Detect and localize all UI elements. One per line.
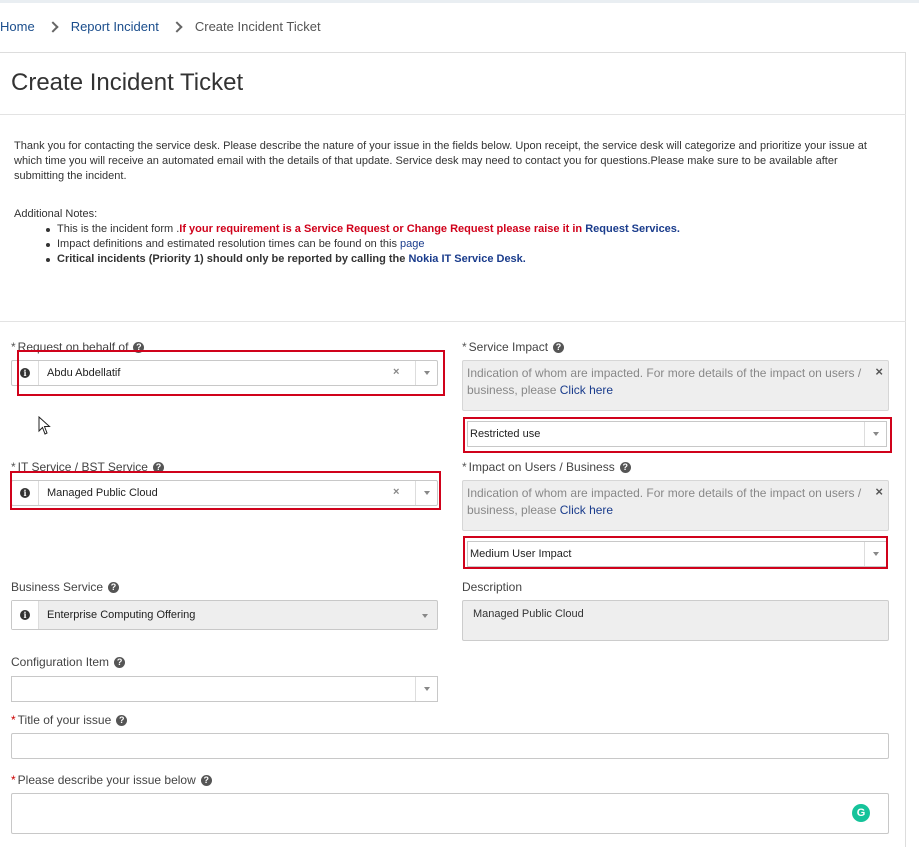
notes-list: This is the incident form .If your requi… bbox=[41, 222, 680, 267]
help-icon[interactable]: ? bbox=[108, 581, 120, 593]
chevron-right-icon bbox=[171, 20, 183, 33]
info-text: Indication of whom are impacted. For mor… bbox=[467, 486, 862, 517]
impact-users-info: Indication of whom are impacted. For mor… bbox=[462, 480, 889, 531]
close-icon[interactable]: × bbox=[875, 483, 883, 500]
grammarly-icon[interactable]: G bbox=[852, 804, 870, 822]
close-icon[interactable]: × bbox=[875, 363, 883, 380]
required-mark: * bbox=[11, 713, 16, 727]
title-label: * Title of your issue ? bbox=[11, 713, 128, 727]
issue-textarea[interactable] bbox=[11, 793, 889, 834]
divider bbox=[0, 114, 906, 115]
label-text: Please describe your issue below bbox=[17, 773, 196, 787]
label-text: Description bbox=[462, 580, 523, 594]
chevron-right-icon bbox=[47, 20, 59, 33]
mouse-cursor-icon bbox=[38, 416, 51, 435]
click-here-link[interactable]: Click here bbox=[560, 503, 613, 517]
note-item: Impact definitions and estimated resolut… bbox=[41, 237, 680, 252]
required-mark: * bbox=[462, 340, 467, 354]
service-impact-info: Indication of whom are impacted. For mor… bbox=[462, 360, 889, 411]
note-warning: If your requirement is a Service Request… bbox=[179, 223, 586, 235]
highlight-box bbox=[463, 536, 888, 569]
notes-heading: Additional Notes: bbox=[14, 208, 98, 220]
configuration-item-label: Configuration Item ? bbox=[11, 655, 126, 669]
click-here-link[interactable]: Click here bbox=[560, 383, 613, 397]
breadcrumb: Home Report Incident Create Incident Tic… bbox=[0, 19, 321, 34]
breadcrumb-report-incident[interactable]: Report Incident bbox=[71, 19, 159, 34]
label-text: Impact on Users / Business bbox=[468, 460, 615, 474]
label-text: Title of your issue bbox=[17, 713, 112, 727]
description-label: Description bbox=[462, 580, 522, 594]
highlight-box bbox=[10, 471, 441, 510]
label-text: Business Service bbox=[11, 580, 104, 594]
page-title: Create Incident Ticket bbox=[11, 69, 244, 96]
divider bbox=[0, 321, 906, 322]
impact-page-link[interactable]: page bbox=[400, 238, 424, 250]
note-item: This is the incident form .If your requi… bbox=[41, 222, 680, 237]
request-services-link[interactable]: Request Services. bbox=[585, 223, 680, 235]
required-mark: * bbox=[11, 773, 16, 787]
chevron-down-icon bbox=[422, 614, 428, 618]
label-text: Service Impact bbox=[468, 340, 549, 354]
highlight-box bbox=[463, 417, 892, 453]
info-icon: i bbox=[12, 601, 39, 629]
note-text: Impact definitions and estimated resolut… bbox=[57, 238, 401, 250]
dropdown-toggle[interactable] bbox=[415, 677, 437, 701]
label-text: Configuration Item bbox=[11, 655, 110, 669]
help-icon[interactable]: ? bbox=[553, 341, 565, 353]
service-desk-link[interactable]: Nokia IT Service Desk. bbox=[408, 253, 525, 265]
business-service-label: Business Service ? bbox=[11, 580, 120, 594]
help-icon[interactable]: ? bbox=[619, 461, 631, 473]
configuration-item-select[interactable] bbox=[11, 676, 438, 702]
chevron-down-icon bbox=[423, 687, 430, 691]
required-mark: * bbox=[462, 460, 467, 474]
title-input[interactable] bbox=[11, 733, 889, 759]
service-impact-label: * Service Impact ? bbox=[462, 340, 565, 354]
business-service-value: Enterprise Computing Offering bbox=[47, 609, 196, 621]
help-icon[interactable]: ? bbox=[200, 774, 212, 786]
breadcrumb-current: Create Incident Ticket bbox=[194, 19, 321, 34]
intro-text: Thank you for contacting the service des… bbox=[14, 140, 867, 182]
help-icon[interactable]: ? bbox=[114, 656, 126, 668]
help-icon[interactable]: ? bbox=[116, 714, 128, 726]
info-glyph: i bbox=[20, 610, 30, 620]
note-text: This is the incident form . bbox=[57, 223, 180, 235]
description-field[interactable]: Managed Public Cloud bbox=[462, 600, 889, 641]
required-mark: * bbox=[11, 340, 16, 354]
impact-users-label: * Impact on Users / Business ? bbox=[462, 460, 631, 474]
issue-label: * Please describe your issue below ? bbox=[11, 773, 212, 787]
note-item: Critical incidents (Priority 1) should o… bbox=[41, 252, 680, 267]
info-text: Indication of whom are impacted. For mor… bbox=[467, 366, 862, 397]
highlight-box bbox=[17, 350, 445, 396]
breadcrumb-home[interactable]: Home bbox=[0, 19, 35, 34]
note-text: Critical incidents (Priority 1) should o… bbox=[57, 253, 409, 265]
top-bar bbox=[0, 0, 919, 3]
business-service-select[interactable]: i Enterprise Computing Offering bbox=[11, 600, 438, 630]
